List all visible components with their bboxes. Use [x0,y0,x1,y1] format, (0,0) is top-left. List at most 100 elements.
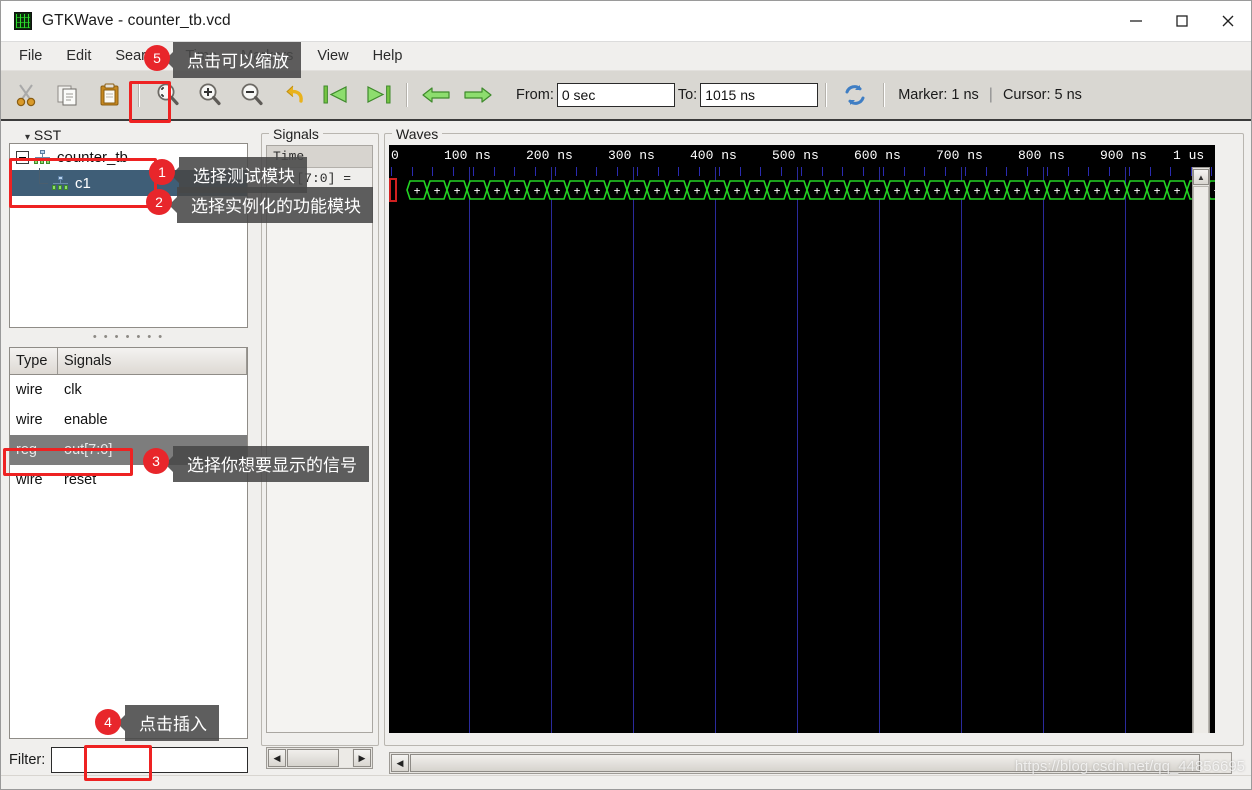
time-tick-label: 400 ns [690,148,737,163]
signal-list[interactable]: Type Signals wire clk wire enable reg ou… [9,347,248,739]
sst-panel-label: ▾ SST [21,127,66,143]
svg-text:+: + [614,184,621,197]
cursor-status: Cursor: 5 ns [1002,87,1082,103]
minimize-icon[interactable] [1113,1,1159,42]
signal-type: wire [16,382,43,398]
svg-text:+: + [594,184,601,197]
annotation-tip-2: 选择实例化的功能模块 [177,187,373,223]
svg-text:+: + [834,184,841,197]
filter-input[interactable] [51,747,248,773]
triangle-down-icon[interactable]: ▾ [25,132,30,143]
menu-edit[interactable]: Edit [56,45,101,67]
signals-display-pane[interactable]: Time out[7:0] = [266,145,373,733]
tree-item-label: c1 [75,174,91,192]
svg-text:+: + [534,184,541,197]
status-bar [1,775,1251,789]
ruler-tick-marks [389,167,1215,177]
goto-start-icon[interactable] [317,76,355,114]
signal-type: reg [16,442,37,458]
waves-column: Waves 0 100 ns 200 ns 300 ns 400 ns 500 ns 600… [384,123,1248,789]
to-input[interactable]: 1015 ns [700,83,819,107]
signal-row-enable[interactable]: wire enable [10,405,247,435]
zoom-out-icon[interactable] [233,76,271,114]
svg-text:+: + [894,184,901,197]
svg-text:+: + [414,184,421,197]
zoom-fit-icon[interactable] [149,76,187,114]
svg-text:+: + [774,184,781,197]
annotation-tip-3: 选择你想要显示的信号 [173,446,369,482]
scroll-left-icon[interactable]: ◀ [391,754,409,772]
time-tick-label: 0 [391,148,399,163]
copy-icon[interactable] [49,76,87,114]
svg-text:+: + [1054,184,1061,197]
svg-text:+: + [634,184,641,197]
signals-hscrollbar[interactable]: ◀ ▶ [266,747,373,769]
time-ruler[interactable]: 0 100 ns 200 ns 300 ns 400 ns 500 ns 600 ns 700… [389,145,1215,167]
waves-scroll-track[interactable] [410,754,1231,772]
scroll-up-icon[interactable]: ▲ [1193,169,1209,185]
waves-panel-label: Waves [392,126,443,142]
waves-scroll-thumb[interactable] [410,754,1200,772]
waves-hscrollbar[interactable]: ◀ [389,752,1232,774]
menu-file[interactable]: File [9,45,52,67]
column-header-signals[interactable]: Signals [58,348,247,374]
waves-vscroll-track[interactable] [1193,186,1209,733]
svg-text:+: + [934,184,941,197]
svg-text:+: + [574,184,581,197]
maximize-icon[interactable] [1159,1,1205,42]
close-icon[interactable] [1205,1,1251,42]
column-header-type[interactable]: Type [10,348,58,374]
from-input[interactable]: 0 sec [556,83,675,107]
toolbar-separator-2 [406,83,408,107]
zoom-in-icon[interactable] [191,76,229,114]
toolbar: From: 0 sec To: 1015 ns Marker: 1 ns | C… [1,71,1251,121]
waves-vscrollbar[interactable]: ▲ ▼ [1192,167,1210,733]
annotation-tip-5: 点击可以缩放 [173,42,301,78]
menu-help[interactable]: Help [363,45,413,67]
tree-elbow-icon [30,168,52,196]
time-tick-label: 200 ns [526,148,573,163]
cut-icon[interactable] [7,76,45,114]
step-back-icon[interactable] [417,76,455,114]
step-forward-icon[interactable] [459,76,497,114]
svg-text:+: + [674,184,681,197]
svg-text:+: + [874,184,881,197]
svg-text:+: + [914,184,921,197]
signals-scroll-thumb[interactable] [287,749,339,767]
tree-expander-icon[interactable] [16,150,29,164]
waveform-out[interactable]: + + + + + + + + + + + + + + + + + + + + + + + + + + + + + + + + + + + + + + + +… [389,178,1215,202]
menu-view[interactable]: View [307,45,358,67]
signals-scroll-track[interactable] [287,749,352,767]
svg-text:+: + [714,184,721,197]
svg-text:+: + [1074,184,1081,197]
wave-canvas[interactable]: 0 100 ns 200 ns 300 ns 400 ns 500 ns 600 ns 700… [389,145,1215,733]
filter-row: Filter: [9,745,248,775]
zoom-undo-icon[interactable] [275,76,313,114]
svg-text:+: + [474,184,481,197]
svg-text:+: + [1214,184,1215,197]
pane-resize-grip[interactable]: • • • • • • • [9,331,248,343]
svg-text:+: + [654,184,661,197]
scroll-right-icon[interactable]: ▶ [353,749,371,767]
window-title: GTKWave - counter_tb.vcd [42,12,231,29]
annotation-badge-4: 4 [95,709,121,735]
svg-text:+: + [794,184,801,197]
svg-text:+: + [694,184,701,197]
scroll-left-icon[interactable]: ◀ [268,749,286,767]
tree-item-label: counter_tb [57,148,128,166]
goto-end-icon[interactable] [359,76,397,114]
annotation-badge-1: 1 [149,159,175,185]
svg-text:+: + [1034,184,1041,197]
reload-icon[interactable] [836,76,874,114]
time-tick-label: 600 ns [854,148,901,163]
to-label: To: [677,87,698,103]
signal-row-clk[interactable]: wire clk [10,375,247,405]
svg-text:+: + [494,184,501,197]
svg-text:+: + [1134,184,1141,197]
paste-icon[interactable] [91,76,129,114]
svg-text:+: + [554,184,561,197]
module-icon [52,175,69,191]
signals-panel-label: Signals [269,126,323,142]
toolbar-separator-3 [825,83,828,107]
time-tick-label: 700 ns [936,148,983,163]
